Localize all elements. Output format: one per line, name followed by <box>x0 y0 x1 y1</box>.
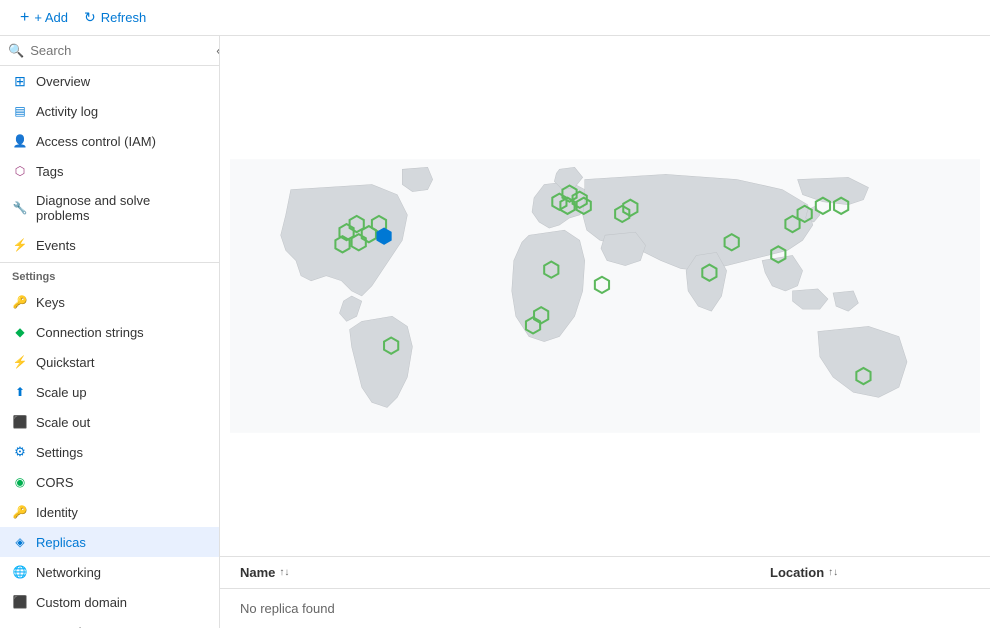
collapse-button[interactable]: « <box>212 41 220 60</box>
search-box: 🔍 « <box>0 36 219 66</box>
sidebar-label-scale-out: Scale out <box>36 415 90 430</box>
map-container <box>220 36 990 556</box>
sidebar-item-identity[interactable]: 🔑 Identity <box>0 497 219 527</box>
diagnose-icon: 🔧 <box>12 200 28 216</box>
sidebar-item-tags[interactable]: ⬡ Tags <box>0 156 219 186</box>
sidebar-item-networking[interactable]: 🌐 Networking <box>0 557 219 587</box>
settings-icon: ⚙ <box>12 444 28 460</box>
table-section: Name ↑↓ Location ↑↓ No replica found <box>220 556 990 628</box>
refresh-icon: ↻ <box>84 9 96 26</box>
sidebar-label-tags: Tags <box>36 164 63 179</box>
hex-primary <box>377 228 391 244</box>
sidebar-label-keys: Keys <box>36 295 65 310</box>
sidebar-item-activity-log[interactable]: ▤ Activity log <box>0 96 219 126</box>
networking-icon: 🌐 <box>12 564 28 580</box>
sidebar-label-diagnose: Diagnose and solve problems <box>36 193 207 223</box>
sidebar-label-custom-domain: Custom domain <box>36 595 127 610</box>
replicas-icon: ◈ <box>12 534 28 550</box>
sidebar-item-cors[interactable]: ◉ CORS <box>0 467 219 497</box>
search-input[interactable] <box>30 43 206 58</box>
location-sort-icon: ↑↓ <box>828 567 838 578</box>
sidebar-item-access-control[interactable]: 👤 Access control (IAM) <box>0 126 219 156</box>
sidebar-label-events: Events <box>36 238 76 253</box>
sidebar-label-networking: Networking <box>36 565 101 580</box>
toolbar: + + Add ↻ Refresh <box>0 0 990 36</box>
column-location-header[interactable]: Location ↑↓ <box>770 565 970 580</box>
sidebar-label-access-control: Access control (IAM) <box>36 134 156 149</box>
add-icon: + <box>20 9 29 27</box>
main-layout: 🔍 « ⊞ Overview ▤ Activity log 👤 Access c… <box>0 36 990 628</box>
table-body: No replica found <box>220 589 990 628</box>
sidebar-label-cors: CORS <box>36 475 74 490</box>
sidebar-label-scale-up: Scale up <box>36 385 87 400</box>
sidebar-item-diagnose[interactable]: 🔧 Diagnose and solve problems <box>0 186 219 230</box>
scale-up-icon: ⬆ <box>12 384 28 400</box>
sidebar-item-connection-strings[interactable]: ◆ Connection strings <box>0 317 219 347</box>
sidebar-label-identity: Identity <box>36 505 78 520</box>
content-area: Name ↑↓ Location ↑↓ No replica found <box>220 36 990 628</box>
sidebar-item-scale-up[interactable]: ⬆ Scale up <box>0 377 219 407</box>
sidebar-scroll: ⊞ Overview ▤ Activity log 👤 Access contr… <box>0 66 219 628</box>
column-name-label: Name <box>240 565 275 580</box>
scale-out-icon: ⬛ <box>12 414 28 430</box>
connection-strings-icon: ◆ <box>12 324 28 340</box>
sidebar-item-quickstart[interactable]: ⚡ Quickstart <box>0 347 219 377</box>
no-data-message: No replica found <box>240 597 970 620</box>
identity-icon: 🔑 <box>12 504 28 520</box>
sidebar-label-properties: Properties <box>36 625 95 628</box>
sidebar-item-overview[interactable]: ⊞ Overview <box>0 66 219 96</box>
properties-icon: ≡ <box>12 624 28 628</box>
access-control-icon: 👤 <box>12 133 28 149</box>
sidebar-item-keys[interactable]: 🔑 Keys <box>0 287 219 317</box>
tags-icon: ⬡ <box>12 163 28 179</box>
sidebar: 🔍 « ⊞ Overview ▤ Activity log 👤 Access c… <box>0 36 220 628</box>
events-icon: ⚡ <box>12 237 28 253</box>
quickstart-icon: ⚡ <box>12 354 28 370</box>
sidebar-item-scale-out[interactable]: ⬛ Scale out <box>0 407 219 437</box>
keys-icon: 🔑 <box>12 294 28 310</box>
sidebar-item-custom-domain[interactable]: ⬛ Custom domain <box>0 587 219 617</box>
column-location-label: Location <box>770 565 824 580</box>
column-name-header[interactable]: Name ↑↓ <box>240 565 770 580</box>
custom-domain-icon: ⬛ <box>12 594 28 610</box>
sidebar-label-settings: Settings <box>36 445 83 460</box>
sidebar-item-replicas[interactable]: ◈ Replicas <box>0 527 219 557</box>
table-header: Name ↑↓ Location ↑↓ <box>220 557 990 589</box>
add-label: + Add <box>34 10 68 25</box>
sidebar-label-quickstart: Quickstart <box>36 355 95 370</box>
sidebar-label-activity-log: Activity log <box>36 104 98 119</box>
sidebar-item-settings[interactable]: ⚙ Settings <box>0 437 219 467</box>
refresh-button[interactable]: ↻ Refresh <box>76 5 154 30</box>
settings-section-header: Settings <box>0 262 219 287</box>
sidebar-label-overview: Overview <box>36 74 90 89</box>
sidebar-item-events[interactable]: ⚡ Events <box>0 230 219 260</box>
overview-icon: ⊞ <box>12 73 28 89</box>
sidebar-item-properties[interactable]: ≡ Properties <box>0 617 219 628</box>
world-map-svg <box>230 46 980 546</box>
refresh-label: Refresh <box>101 10 147 25</box>
cors-icon: ◉ <box>12 474 28 490</box>
sidebar-label-replicas: Replicas <box>36 535 86 550</box>
search-icon: 🔍 <box>8 43 24 59</box>
add-button[interactable]: + + Add <box>12 5 76 31</box>
activity-log-icon: ▤ <box>12 103 28 119</box>
sidebar-label-connection-strings: Connection strings <box>36 325 144 340</box>
name-sort-icon: ↑↓ <box>279 567 289 578</box>
